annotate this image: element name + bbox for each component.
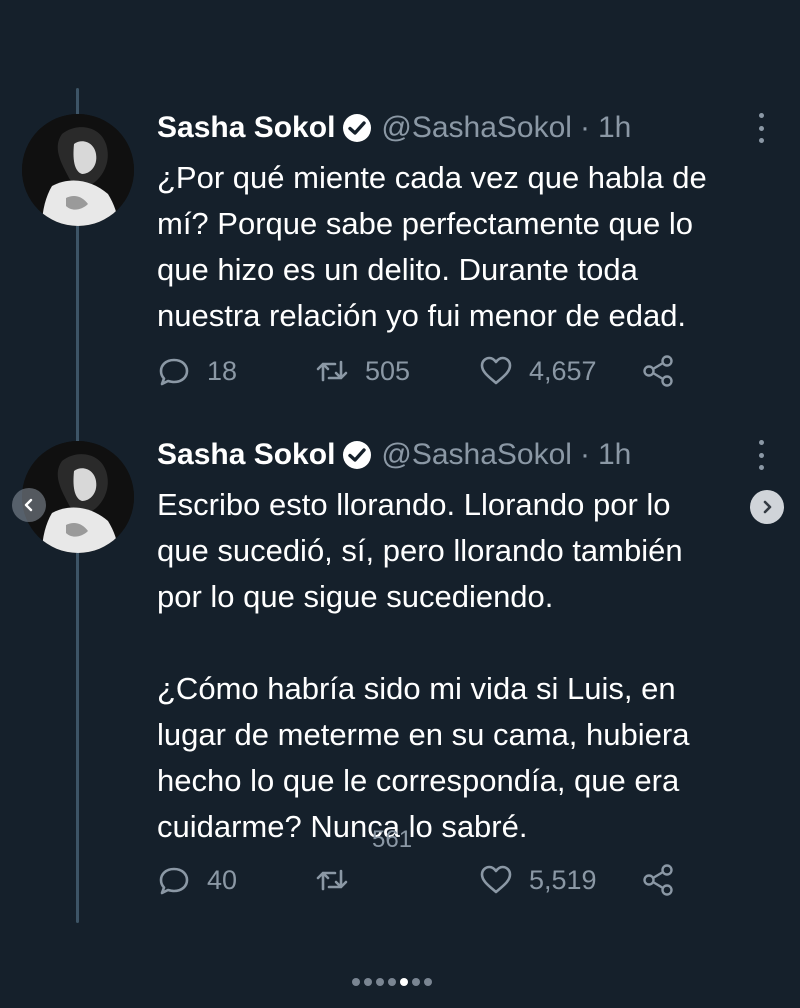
carousel-dot[interactable]: [412, 978, 420, 986]
reply-icon: [159, 867, 189, 895]
tweet-header: Sasha Sokol @SashaSokol · 1h: [157, 432, 631, 478]
chevron-right-icon: [763, 500, 772, 514]
heart-icon: [480, 865, 512, 894]
retweet-icon: [316, 360, 348, 382]
verified-badge-icon: [343, 441, 372, 469]
chevron-left-icon: [24, 498, 33, 512]
like-button[interactable]: 5,519: [479, 860, 597, 900]
carousel-dot[interactable]: [388, 978, 396, 986]
display-name[interactable]: Sasha Sokol: [157, 111, 335, 145]
reply-icon: [159, 358, 189, 386]
carousel-dot[interactable]: [424, 978, 432, 986]
carousel-dot[interactable]: [376, 978, 384, 986]
carousel-next-button[interactable]: [750, 490, 784, 524]
share-icon: [643, 355, 673, 387]
like-button[interactable]: 4,657: [479, 351, 597, 391]
retweet-count: 561: [372, 826, 413, 853]
timestamp[interactable]: 1h: [598, 111, 631, 145]
tweet-actions: 18 505 4,657: [157, 351, 697, 391]
retweet-button[interactable]: [315, 860, 365, 900]
carousel-dot[interactable]: [364, 978, 372, 986]
tweet-header: Sasha Sokol @SashaSokol · 1h: [157, 105, 631, 151]
carousel-dot[interactable]: [400, 978, 408, 986]
reply-count: 18: [207, 355, 238, 386]
verified-badge-icon: [343, 114, 372, 142]
carousel-dot[interactable]: [352, 978, 360, 986]
retweet-icon: [316, 869, 348, 891]
timestamp[interactable]: 1h: [598, 438, 631, 472]
tweet-text: Escribo esto llorando. Llorando por lo q…: [157, 487, 690, 844]
handle[interactable]: @SashaSokol: [381, 438, 572, 472]
like-count: 5,519: [529, 864, 597, 895]
tweet-text: ¿Por qué miente cada vez que habla de mí…: [157, 160, 707, 333]
share-button[interactable]: [641, 860, 675, 900]
share-icon: [643, 864, 673, 896]
more-options-icon[interactable]: [752, 113, 770, 143]
reply-count: 40: [207, 864, 238, 895]
share-button[interactable]: [641, 351, 675, 391]
retweet-button[interactable]: 505: [315, 351, 410, 391]
carousel-pagination: [352, 978, 432, 986]
carousel-prev-button[interactable]: [12, 488, 46, 522]
like-count: 4,657: [529, 355, 597, 386]
tweet-actions: 40 561 5,519: [157, 826, 697, 900]
display-name[interactable]: Sasha Sokol: [157, 438, 335, 472]
heart-icon: [480, 356, 512, 385]
more-options-icon[interactable]: [752, 440, 770, 470]
separator: ·: [579, 438, 590, 471]
separator: ·: [579, 111, 590, 144]
handle[interactable]: @SashaSokol: [381, 111, 572, 145]
reply-button[interactable]: 18: [157, 351, 237, 391]
reply-button[interactable]: 40: [157, 860, 237, 900]
avatar[interactable]: [22, 114, 134, 226]
retweet-count: 505: [365, 355, 411, 386]
